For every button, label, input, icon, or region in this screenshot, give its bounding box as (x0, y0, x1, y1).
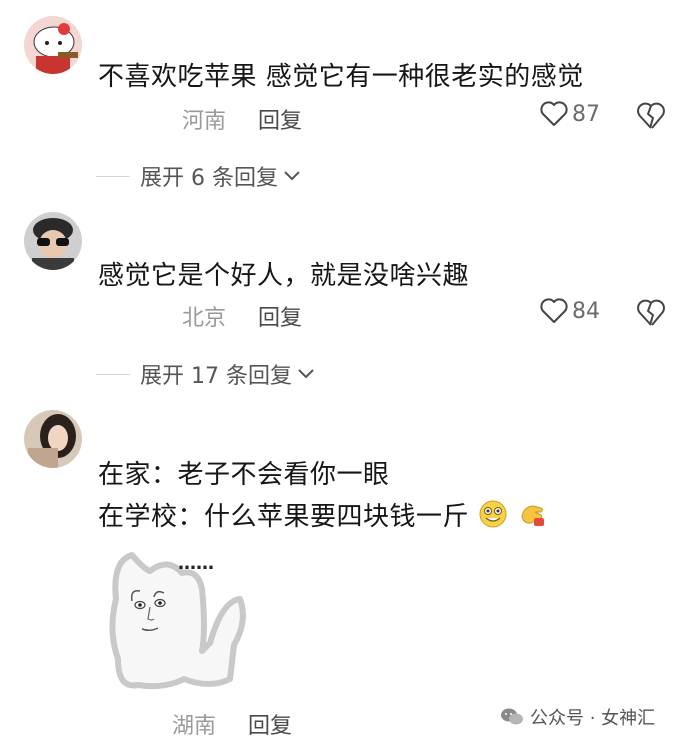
comment-text-line1: 在家：老子不会看你一眼 (98, 460, 390, 490)
sticker-caption: …… (178, 553, 214, 574)
comment-location: 湖南 (172, 714, 217, 739)
expand-label: 展开 6 条回复 (140, 166, 278, 191)
divider-line (96, 373, 130, 375)
like-count: 87 (572, 101, 600, 127)
divider-line (96, 175, 130, 177)
wechat-icon (501, 708, 523, 725)
expand-replies[interactable]: 展开 17 条回复 (96, 358, 316, 390)
reply-button[interactable]: 回复 (258, 103, 302, 135)
like-button[interactable]: 87 (540, 101, 600, 127)
like-button[interactable]: 84 (540, 298, 600, 324)
watermark: 公众号 · 女神汇 (500, 704, 655, 730)
reply-button[interactable]: 回复 (258, 300, 302, 332)
reply-button[interactable]: 回复 (248, 708, 292, 740)
watermark-text: 公众号 · 女神汇 (530, 708, 656, 729)
like-count: 84 (572, 298, 600, 324)
broken-heart-icon[interactable] (636, 101, 666, 131)
comment-text-line2-content: 在学校：什么苹果要四块钱一斤 (98, 502, 470, 532)
heart-outline-icon (540, 101, 568, 126)
expand-label: 展开 17 条回复 (140, 364, 292, 389)
expand-replies[interactable]: 展开 6 条回复 (96, 160, 302, 192)
grin-emoji-icon (479, 500, 507, 528)
cat-meme-sticker[interactable]: …… (98, 539, 256, 699)
avatar-sunglasses[interactable] (24, 212, 82, 270)
comment-text: 不喜欢吃苹果 感觉它有一种很老实的感觉 (98, 62, 584, 92)
avatar-hello-kitty[interactable] (24, 16, 82, 74)
chevron-down-icon (298, 369, 314, 379)
comment-text-line2: 在学校：什么苹果要四块钱一斤 (98, 496, 547, 533)
avatar-girl[interactable] (24, 410, 82, 468)
comment-location: 北京 (182, 306, 227, 331)
broken-heart-icon[interactable] (636, 298, 666, 328)
comment-text: 感觉它是个好人，就是没啥兴趣 (98, 261, 470, 291)
heart-outline-icon (540, 298, 568, 323)
comment-location: 河南 (182, 109, 227, 134)
hand-emoji-icon (521, 505, 544, 526)
chevron-down-icon (284, 171, 300, 181)
